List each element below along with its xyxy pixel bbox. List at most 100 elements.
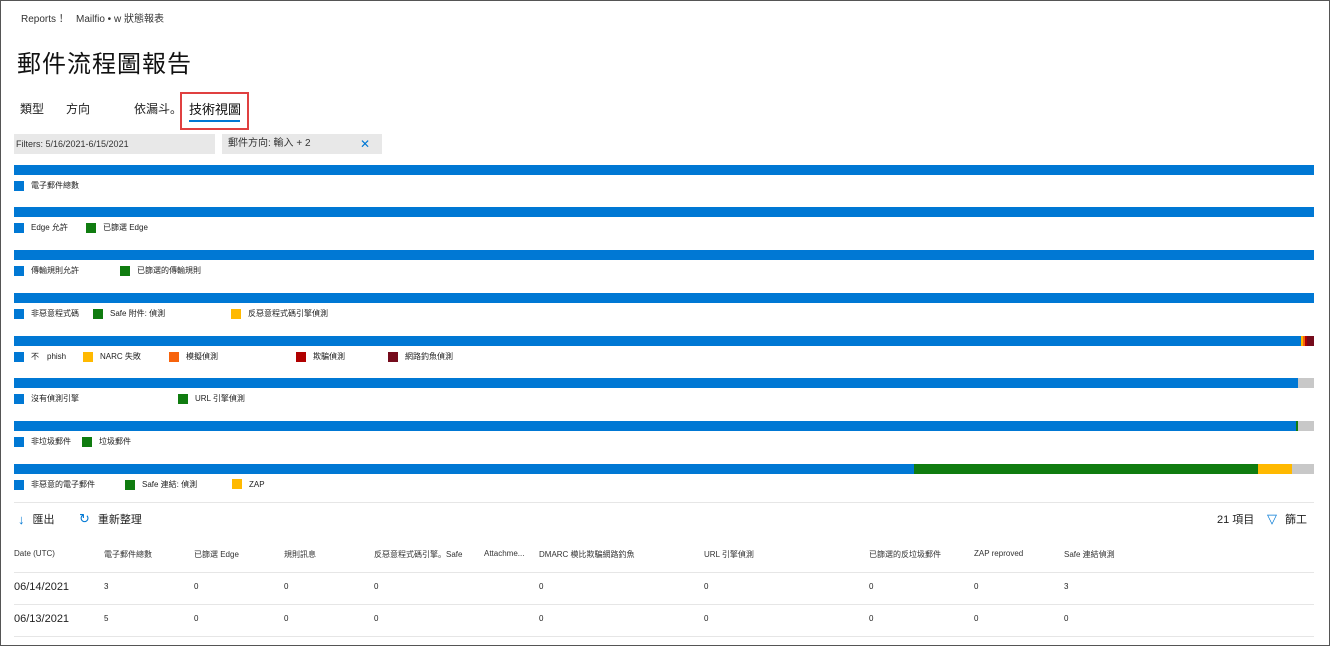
chart-bar-6 <box>14 378 1314 388</box>
column-header[interactable]: URL 引擎偵測 <box>704 549 754 560</box>
legend-swatch <box>178 393 188 404</box>
legend-item[interactable]: 非垃圾郵件 <box>14 436 71 447</box>
table-cell: 06/14/2021 <box>14 581 70 593</box>
chart-bar-2 <box>14 207 1314 217</box>
legend-label: 垃圾郵件 <box>99 437 131 446</box>
column-header[interactable]: DMARC 模比欺騙網路釣魚 <box>539 549 635 560</box>
table-cell: 0 <box>539 582 544 591</box>
legend-item[interactable]: 網路釣魚偵測 <box>388 351 453 362</box>
column-header[interactable]: 已篩選 Edge <box>194 549 239 560</box>
legend-item[interactable]: 模擬偵測 <box>169 351 218 362</box>
bar-segment[interactable] <box>14 336 1301 346</box>
column-header[interactable]: Attachme... <box>484 549 524 558</box>
tab-direction[interactable]: 方向 <box>66 100 90 117</box>
legend-label: Edge 允許 <box>31 223 68 232</box>
legend-item[interactable]: 已篩選的傳輸規則 <box>120 265 201 276</box>
legend-item[interactable]: 非惡意的電子郵件 <box>14 479 95 490</box>
legend-label: 電子郵件總數 <box>31 181 79 190</box>
legend-label: 非垃圾郵件 <box>31 437 71 446</box>
chart-bar-8 <box>14 464 1314 474</box>
legend-label: NARC 失敗 <box>100 352 141 361</box>
item-count: 21 項目 <box>1217 511 1254 527</box>
filter-icon: ▽ <box>1267 511 1277 526</box>
legend-swatch <box>296 351 306 362</box>
tab-highlight-box <box>180 92 249 130</box>
bar-segment[interactable] <box>1298 378 1314 388</box>
legend-swatch <box>14 436 24 447</box>
legend-label: 已篩選的傳輸規則 <box>137 266 201 275</box>
bar-segment[interactable] <box>14 207 1314 217</box>
legend-item[interactable]: 垃圾郵件 <box>82 436 131 447</box>
legend-item[interactable]: 沒有偵測引擎 <box>14 393 79 404</box>
legend-swatch <box>169 351 179 362</box>
chart-bar-4 <box>14 293 1314 303</box>
breadcrumb-current[interactable]: Mailfio • w 狀態報表 <box>76 10 164 25</box>
legend-item[interactable]: Safe 連結: 偵測 <box>125 479 197 490</box>
column-header[interactable]: 反惡意程式碼引擎。Safe <box>374 549 462 560</box>
legend-item[interactable]: Edge 允許 <box>14 222 68 233</box>
legend-item[interactable]: ZAP <box>232 479 265 489</box>
legend-item[interactable]: 非惡意程式碼 <box>14 308 79 319</box>
filter-button[interactable]: ▽ 篩工 <box>1267 511 1307 527</box>
legend-item[interactable]: 反惡意程式碼引擎偵測 <box>231 308 328 319</box>
legend-swatch <box>93 308 103 319</box>
bar-segment[interactable] <box>14 378 1299 388</box>
table-cell: 0 <box>194 614 199 623</box>
column-header[interactable]: Safe 連結偵測 <box>1064 549 1115 560</box>
legend-item[interactable]: NARC 失敗 <box>83 351 141 362</box>
chart-bar-7 <box>14 421 1314 431</box>
bar-segment[interactable] <box>1291 464 1314 474</box>
tab-type[interactable]: 類型 <box>20 100 44 117</box>
refresh-button[interactable]: ↻ 重新整理 <box>79 511 142 527</box>
bar-segment[interactable] <box>1306 336 1314 346</box>
bar-segment[interactable] <box>14 293 1314 303</box>
export-label: 匯出 <box>32 514 55 526</box>
column-header[interactable]: Date (UTC) <box>14 549 55 558</box>
item-count-label: 21 項目 <box>1217 514 1255 526</box>
legend-label: ZAP <box>249 479 265 489</box>
legend-swatch <box>82 436 92 447</box>
date-filter[interactable]: Filters: 5/16/2021-6/15/2021 <box>14 134 215 154</box>
legend-item[interactable]: 傳輸規則允許 <box>14 265 79 276</box>
column-header[interactable]: ZAP reproved <box>974 549 1023 558</box>
legend-item[interactable]: 不 phish <box>14 351 66 362</box>
column-header[interactable]: 規則訊息 <box>284 549 316 560</box>
column-header[interactable]: 電子郵件總數 <box>104 549 152 560</box>
refresh-icon: ↻ <box>79 511 90 526</box>
legend-item[interactable]: 欺騙偵測 <box>296 351 345 362</box>
bar-segment[interactable] <box>14 250 1314 260</box>
row-divider <box>14 636 1314 637</box>
legend-item[interactable]: 已篩選 Edge <box>86 222 148 233</box>
legend-item[interactable]: Safe 附件: 偵測 <box>93 308 165 319</box>
bar-segment[interactable] <box>1298 421 1314 431</box>
column-header[interactable]: 已篩選的反垃圾郵件 <box>869 549 941 560</box>
bar-segment[interactable] <box>14 165 1314 175</box>
bar-segment[interactable] <box>913 464 1259 474</box>
legend-label: 非惡意程式碼 <box>31 309 79 318</box>
table-cell: 0 <box>374 614 379 623</box>
divider <box>14 502 1314 503</box>
refresh-label: 重新整理 <box>97 514 142 526</box>
close-icon[interactable]: ✕ <box>360 134 370 154</box>
legend-label: 模擬偵測 <box>186 352 218 361</box>
table-cell: 0 <box>539 614 544 623</box>
table-cell: 0 <box>869 582 874 591</box>
table-cell: 0 <box>704 582 709 591</box>
legend-swatch <box>14 393 24 404</box>
row-divider <box>14 572 1314 573</box>
bar-segment[interactable] <box>14 421 1296 431</box>
table-cell: 5 <box>104 614 109 623</box>
legend-swatch <box>231 308 241 319</box>
export-button[interactable]: ↓ 匯出 <box>18 511 55 527</box>
direction-filter[interactable]: 郵件方向: 輸入 + 2 ✕ <box>222 134 382 154</box>
bar-segment[interactable] <box>1258 464 1292 474</box>
legend-item[interactable]: URL 引擎偵測 <box>178 393 245 404</box>
legend-label: 非惡意的電子郵件 <box>31 480 95 489</box>
breadcrumb-root[interactable]: Reports ！ <box>21 10 69 25</box>
legend-label: 傳輸規則允許 <box>31 266 79 275</box>
legend-label: 不 phish <box>31 352 67 361</box>
legend-label: 沒有偵測引擎 <box>31 394 79 403</box>
bar-segment[interactable] <box>14 464 914 474</box>
legend-item[interactable]: 電子郵件總數 <box>14 180 79 191</box>
tab-funnel[interactable]: 依漏斗。 <box>134 100 182 117</box>
